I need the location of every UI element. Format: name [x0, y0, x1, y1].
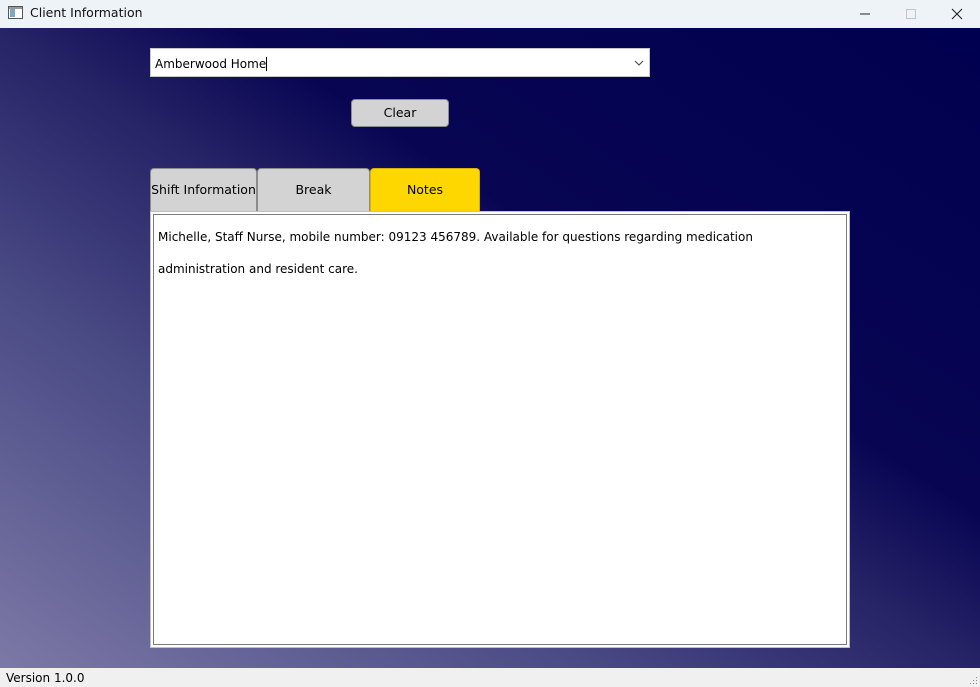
- minimize-button[interactable]: [842, 0, 888, 28]
- version-label: Version 1.0.0: [6, 671, 85, 685]
- title-bar: Client Information: [0, 0, 980, 28]
- window-app-icon: [8, 6, 23, 19]
- text-caret: [266, 57, 268, 71]
- tab-shift-information[interactable]: Shift Information: [150, 168, 257, 212]
- close-icon: [951, 8, 963, 20]
- status-bar: Version 1.0.0: [0, 668, 980, 687]
- chevron-down-icon[interactable]: [633, 57, 645, 69]
- maximize-button[interactable]: [888, 0, 934, 28]
- resize-grip-icon[interactable]: [968, 675, 978, 685]
- minimize-icon: [860, 13, 870, 15]
- tab-break-information[interactable]: Break Information: [257, 168, 370, 239]
- maximize-icon: [906, 9, 916, 19]
- clear-button[interactable]: Clear: [351, 99, 449, 127]
- client-select[interactable]: Amberwood Home: [150, 48, 650, 77]
- notes-text: Michelle, Staff Nurse, mobile number: 09…: [158, 230, 753, 276]
- window-title: Client Information: [30, 5, 143, 20]
- client-select-value: Amberwood Home: [155, 57, 267, 71]
- notes-panel: Michelle, Staff Nurse, mobile number: 09…: [150, 211, 850, 648]
- close-button[interactable]: [934, 0, 980, 28]
- tab-notes[interactable]: Notes: [370, 168, 480, 212]
- notes-textarea[interactable]: Michelle, Staff Nurse, mobile number: 09…: [153, 214, 847, 645]
